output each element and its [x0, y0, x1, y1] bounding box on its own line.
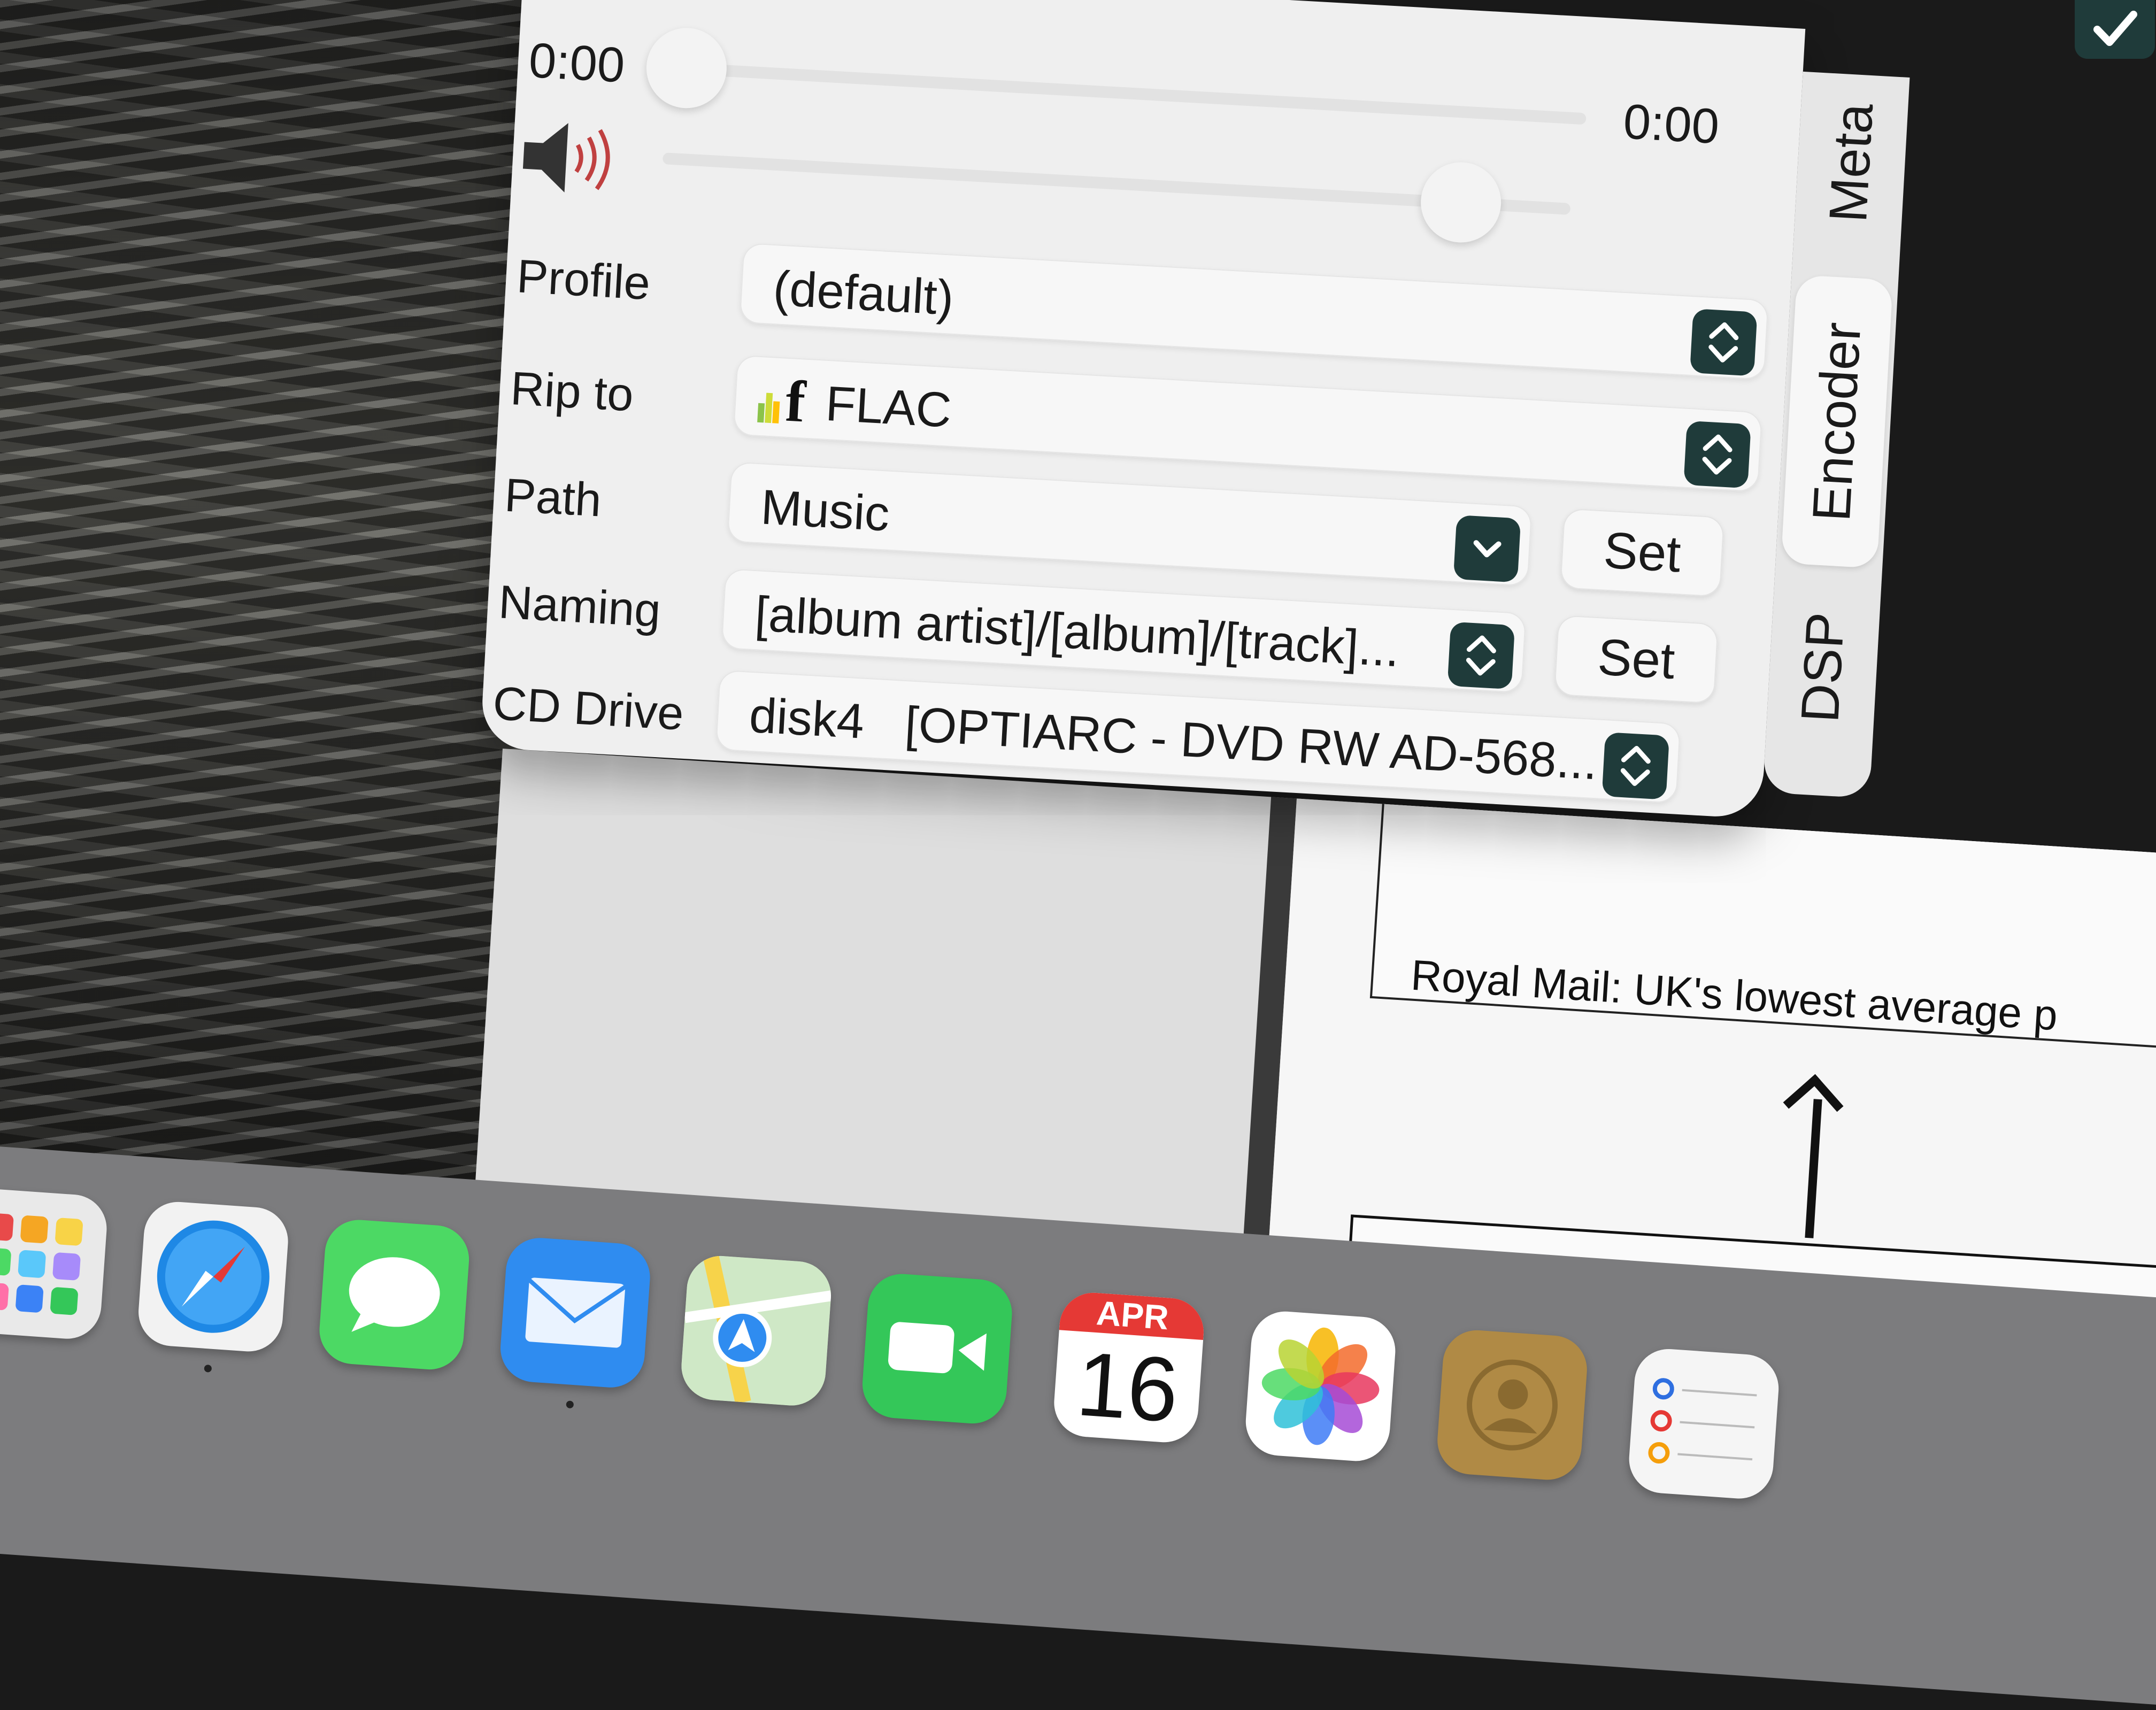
- running-indicator: [204, 1364, 212, 1373]
- up-down-chevron-icon[interactable]: [1447, 621, 1515, 690]
- label-box: Royal Mail: UK's lowest average p: [1369, 804, 2156, 1056]
- reminders-icon[interactable]: [1627, 1346, 1781, 1501]
- tab-encoder-label: Encoder: [1801, 320, 1873, 523]
- naming-value: [album artist]/[album]/[track]...: [753, 587, 1401, 677]
- svg-text:f: f: [784, 371, 808, 428]
- mail-icon[interactable]: [498, 1235, 652, 1390]
- path-set-button[interactable]: Set: [1560, 508, 1725, 597]
- naming-select[interactable]: [album artist]/[album]/[track]...: [721, 568, 1527, 694]
- tab-dsp-label: DSP: [1790, 610, 1856, 724]
- contacts-icon[interactable]: [1435, 1328, 1590, 1482]
- tab-dsp[interactable]: DSP: [1770, 584, 1875, 750]
- up-down-chevron-icon[interactable]: [1683, 420, 1751, 489]
- path-select[interactable]: Music: [727, 461, 1533, 587]
- path-value: Music: [759, 480, 891, 542]
- profile-select[interactable]: (default): [739, 242, 1769, 380]
- checkmark-checkbox[interactable]: [2075, 0, 2155, 59]
- up-down-chevron-icon[interactable]: [1690, 309, 1758, 376]
- time-total: 0:00: [1622, 94, 1721, 155]
- running-indicator: [566, 1400, 574, 1409]
- naming-set-button[interactable]: Set: [1553, 614, 1719, 704]
- calendar-day: 16: [1073, 1333, 1182, 1442]
- chevron-down-icon[interactable]: [1453, 515, 1521, 583]
- seek-slider[interactable]: [678, 62, 1587, 125]
- calendar-icon[interactable]: APR 16: [1052, 1290, 1206, 1445]
- speaker-volume-icon: [522, 123, 610, 192]
- path-label: Path: [503, 468, 603, 527]
- messages-icon[interactable]: [317, 1218, 472, 1372]
- calendar-month: APR: [1095, 1293, 1170, 1337]
- tab-meta[interactable]: Meta: [1798, 72, 1904, 253]
- cd-drive-label: CD Drive: [491, 676, 686, 740]
- tab-encoder[interactable]: Encoder: [1781, 274, 1893, 569]
- flac-icon: f: [757, 371, 808, 428]
- ripper-panel: 0:00 0:00 Profile (default) Rip to f FLA…: [480, 0, 1910, 819]
- profile-label: Profile: [515, 249, 652, 310]
- time-elapsed: 0:00: [527, 33, 626, 93]
- facetime-icon[interactable]: [860, 1272, 1014, 1426]
- volume-slider-knob[interactable]: [1419, 160, 1504, 245]
- naming-label: Naming: [497, 575, 663, 637]
- rip-to-value: FLAC: [824, 376, 953, 438]
- tab-meta-label: Meta: [1818, 102, 1885, 224]
- safari-icon[interactable]: [136, 1199, 290, 1354]
- checkmark-icon: [2093, 11, 2137, 46]
- maps-icon[interactable]: [679, 1253, 834, 1408]
- royal-mail-text: Royal Mail: UK's lowest average p: [1409, 951, 2059, 1039]
- up-down-chevron-icon[interactable]: [1601, 732, 1670, 800]
- launchpad-icon[interactable]: [0, 1187, 109, 1341]
- rip-to-label: Rip to: [509, 361, 635, 421]
- profile-value: (default): [772, 261, 955, 326]
- vertical-tab-bar: Meta Encoder DSP: [1762, 71, 1910, 798]
- photos-icon[interactable]: [1243, 1309, 1398, 1463]
- seek-slider-knob[interactable]: [644, 26, 729, 111]
